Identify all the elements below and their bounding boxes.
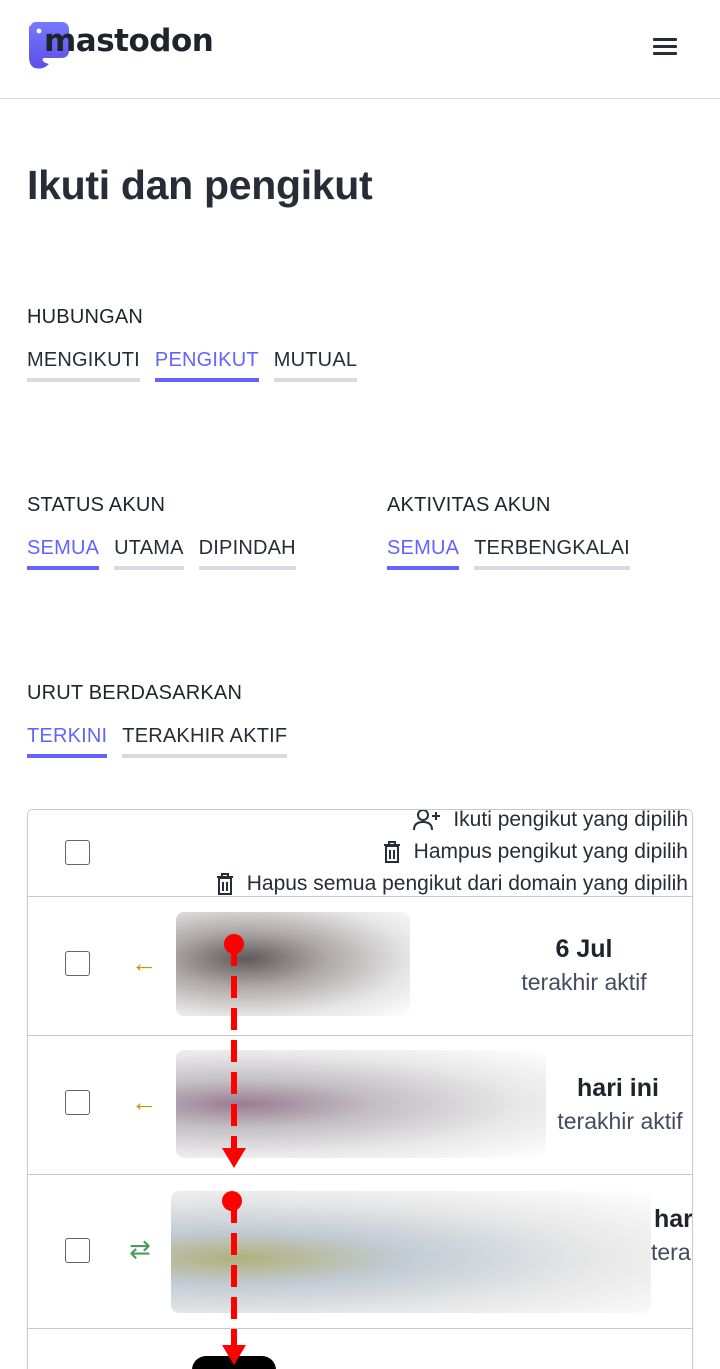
remove-selected-button[interactable]: Hampus pengikut yang dipilih [382, 840, 688, 864]
last-active-cell: hari ini terakhir aktif [640, 1175, 693, 1329]
filter-tab-semua-aktivitas[interactable]: SEMUA [387, 537, 460, 570]
follower-arrow-icon: ← [131, 948, 157, 978]
redacted-account-avatar[interactable] [171, 1191, 651, 1313]
filter-tab-semua-status[interactable]: SEMUA [27, 537, 100, 570]
account-activity-filter: SEMUA TERBENGKALAI [387, 537, 630, 570]
logo-wordmark: mastodon [44, 23, 214, 59]
relationship-filter: MENGIKUTI PENGIKUT MUTUAL [27, 349, 358, 382]
filter-tab-pengikut[interactable]: PENGIKUT [154, 349, 259, 382]
table-row: ← 6 Jul terakhir aktif [28, 897, 692, 1036]
sort-filter: TERKINI TERAKHIR AKTIF [27, 725, 288, 758]
last-active-label: terakhir aktif [651, 1239, 692, 1265]
table-row: ← hari ini terakhir aktif [28, 1036, 692, 1175]
hamburger-menu-icon[interactable] [653, 38, 678, 56]
follow-selected-label: Ikuti pengikut yang dipilih [453, 809, 688, 831]
last-active-date: hari ini [654, 1205, 693, 1233]
page-title: Ikuti dan pengikut [27, 162, 373, 208]
mastodon-logo[interactable]: mastodon [27, 22, 214, 70]
account-status-filter: SEMUA UTAMA DIPINDAH [27, 537, 296, 570]
last-active-date: hari ini [577, 1074, 659, 1102]
account-status-filter-label: STATUS AKUN [27, 494, 166, 516]
last-active-label: terakhir aktif [521, 969, 647, 995]
filter-tab-utama[interactable]: UTAMA [114, 537, 184, 570]
filter-tab-terbengkalai[interactable]: TERBENGKALAI [474, 537, 630, 570]
filter-tab-mutual[interactable]: MUTUAL [273, 349, 358, 382]
remove-selected-label: Hampus pengikut yang dipilih [413, 840, 688, 863]
filter-tab-terakhir-aktif[interactable]: TERAKHIR AKTIF [122, 725, 288, 758]
sort-filter-label: URUT BERDASARKAN [27, 682, 243, 704]
relationship-filter-label: HUBUNGAN [27, 306, 144, 328]
table-header: Ikuti pengikut yang dipilih Hampus pengi… [28, 809, 692, 897]
row-checkbox[interactable] [65, 1090, 90, 1115]
filter-tab-mengikuti[interactable]: MENGIKUTI [27, 349, 140, 382]
trash-icon [216, 873, 233, 895]
mutual-arrows-icon: ⇄ [129, 1234, 151, 1264]
follow-selected-button[interactable]: Ikuti pengikut yang dipilih [413, 809, 688, 832]
redacted-account-avatar[interactable] [176, 1050, 546, 1158]
select-all-checkbox[interactable] [65, 840, 90, 865]
floating-pill [192, 1356, 276, 1369]
row-checkbox[interactable] [65, 1238, 90, 1263]
remove-domain-followers-label: Hapus semua pengikut dari domain yang di… [246, 872, 688, 895]
account-activity-filter-label: AKTIVITAS AKUN [387, 494, 551, 516]
follower-arrow-icon: ← [131, 1087, 157, 1117]
top-bar: mastodon [0, 0, 720, 99]
filter-tab-terkini[interactable]: TERKINI [27, 725, 108, 758]
trash-icon [383, 841, 400, 863]
row-checkbox[interactable] [65, 951, 90, 976]
followers-table: Ikuti pengikut yang dipilih Hampus pengi… [27, 809, 693, 1369]
last-active-date: 6 Jul [555, 935, 613, 963]
table-row: ⇄ hari ini terakhir aktif [28, 1175, 693, 1329]
user-plus-icon [413, 810, 441, 831]
last-active-label: terakhir aktif [557, 1108, 683, 1134]
remove-domain-followers-button[interactable]: Hapus semua pengikut dari domain yang di… [215, 872, 688, 896]
filter-tab-dipindah[interactable]: DIPINDAH [198, 537, 296, 570]
redacted-account-avatar[interactable] [176, 912, 410, 1016]
